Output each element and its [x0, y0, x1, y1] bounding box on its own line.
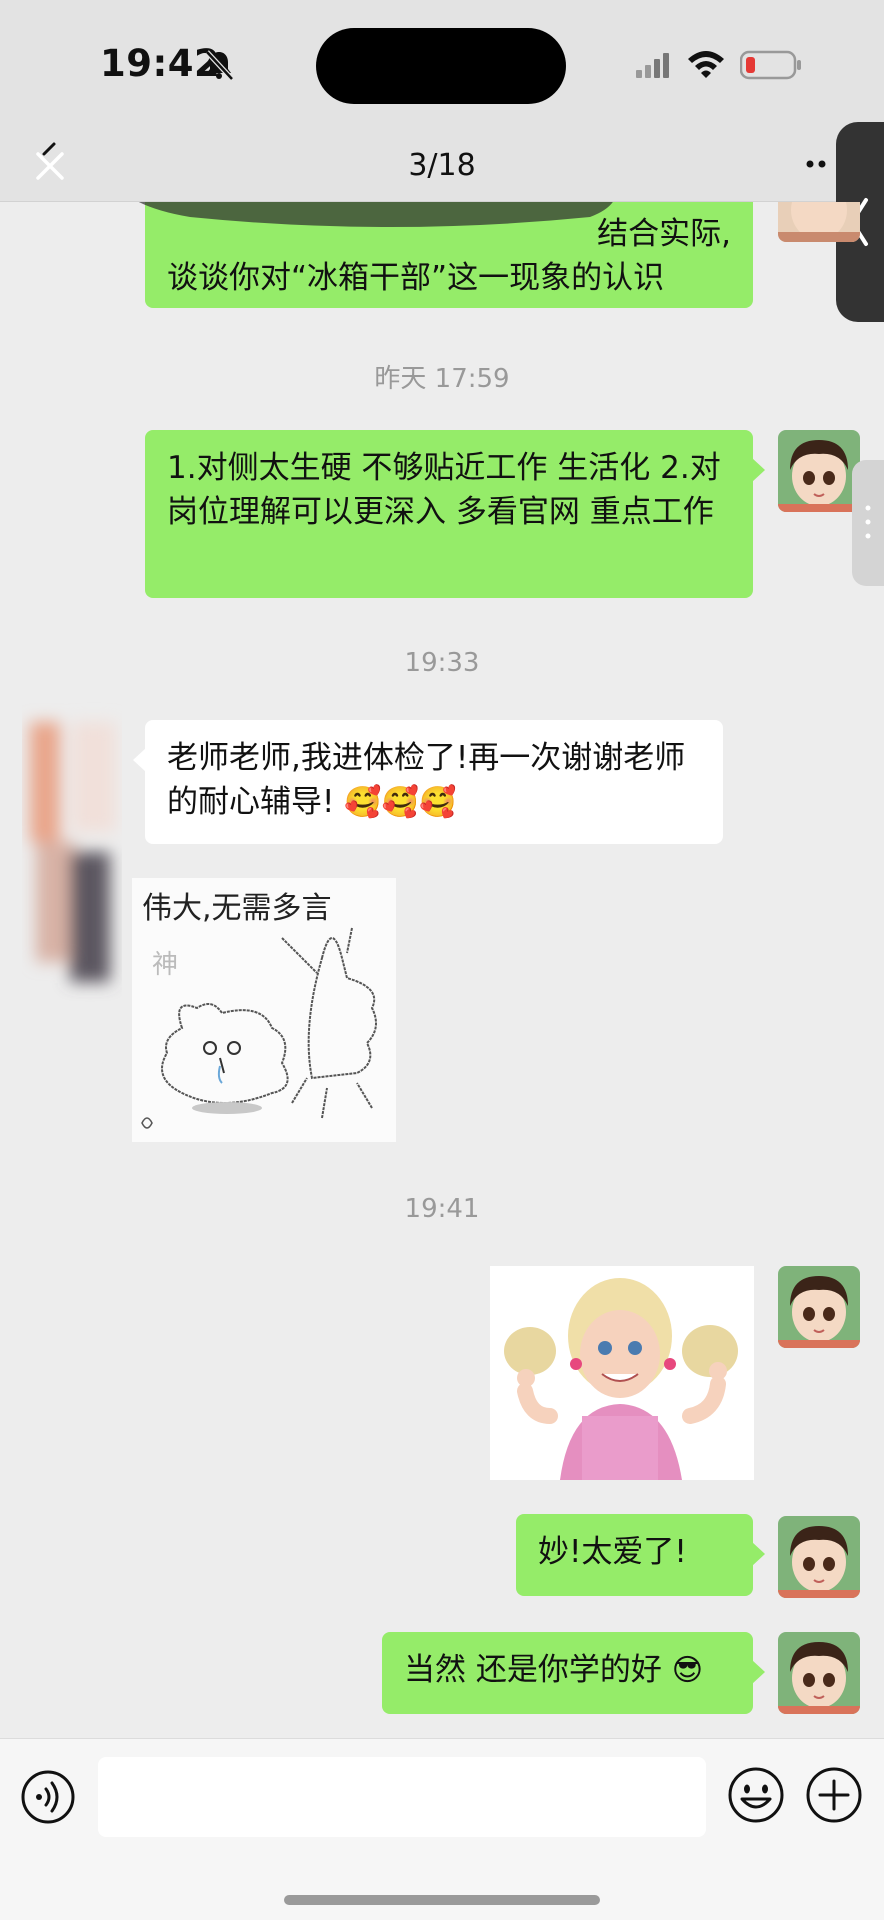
- cellular-signal-icon: [636, 53, 669, 78]
- doodle-cat-illustration: 伟大,无需多言 神: [132, 878, 396, 1142]
- emoji-icon[interactable]: [726, 1765, 786, 1825]
- my-avatar[interactable]: [778, 430, 860, 512]
- message-bubble-received[interactable]: 老师老师,我进体检了!再一次谢谢老师的耐心辅导! 🥰🥰🥰: [133, 720, 723, 844]
- home-indicator[interactable]: [284, 1895, 600, 1905]
- scroll-handle[interactable]: [852, 460, 884, 586]
- input-bar: [0, 1738, 884, 1920]
- message-bubble-sent[interactable]: 结合实际, 谈谈你对“冰箱干部”这一现象的认识: [145, 202, 753, 308]
- status-bar: 19:42: [0, 0, 884, 130]
- message-bubble-sent[interactable]: 1.对侧太生硬 不够贴近工作 生活化 2.对岗位理解可以更深入 多看官网 重点工…: [145, 430, 765, 598]
- plus-icon[interactable]: [804, 1765, 864, 1825]
- my-avatar[interactable]: [778, 1632, 860, 1714]
- doll-illustration: [490, 1266, 754, 1480]
- my-avatar[interactable]: [778, 1266, 860, 1348]
- battery-low-icon: [740, 50, 801, 80]
- dynamic-island: [316, 28, 566, 104]
- message-text: 当然 还是你学的好: [404, 1652, 662, 1688]
- contact-avatar-blurred[interactable]: [22, 702, 122, 1002]
- bell-slash-icon: [205, 50, 234, 81]
- sticker-thumbs-up-cat[interactable]: 伟大,无需多言 神: [132, 878, 396, 1142]
- timestamp: 19:41: [404, 1194, 480, 1224]
- message-input[interactable]: [98, 1757, 706, 1837]
- sticker-caption: 伟大,无需多言: [142, 891, 332, 926]
- my-avatar[interactable]: [778, 1516, 860, 1598]
- chat-area[interactable]: 结合实际, 谈谈你对“冰箱干部”这一现象的认识 昨天 17:59 1.对侧太生硬…: [0, 202, 884, 1738]
- voice-input-icon[interactable]: [20, 1769, 76, 1825]
- message-bubble-sent[interactable]: 当然 还是你学的好 😎: [382, 1632, 765, 1714]
- timestamp: 19:33: [404, 648, 480, 678]
- message-text: 妙!太爱了!: [538, 1534, 687, 1570]
- drag-handle-icon: [865, 505, 871, 539]
- image-counter: 3/18: [408, 148, 476, 183]
- wifi-icon: [688, 51, 724, 78]
- smiling-hearts-emoji: 🥰🥰🥰: [344, 785, 457, 820]
- message-text: 1.对侧太生硬 不够贴近工作 生活化 2.对岗位理解可以更深入 多看官网 重点工…: [167, 450, 721, 530]
- message-text-line: 谈谈你对“冰箱干部”这一现象的认识: [167, 260, 665, 296]
- sunglasses-emoji: 😎: [671, 1653, 703, 1688]
- message-bubble-sent[interactable]: 妙!太爱了!: [516, 1514, 765, 1596]
- sticker-subcaption: 神: [152, 950, 178, 980]
- timestamp: 昨天 17:59: [374, 364, 510, 394]
- sticker-thumbs-up-doll[interactable]: [490, 1266, 754, 1480]
- message-text-line: 结合实际,: [597, 216, 731, 252]
- my-avatar[interactable]: [778, 202, 860, 242]
- nav-bar: 3/18: [0, 130, 884, 202]
